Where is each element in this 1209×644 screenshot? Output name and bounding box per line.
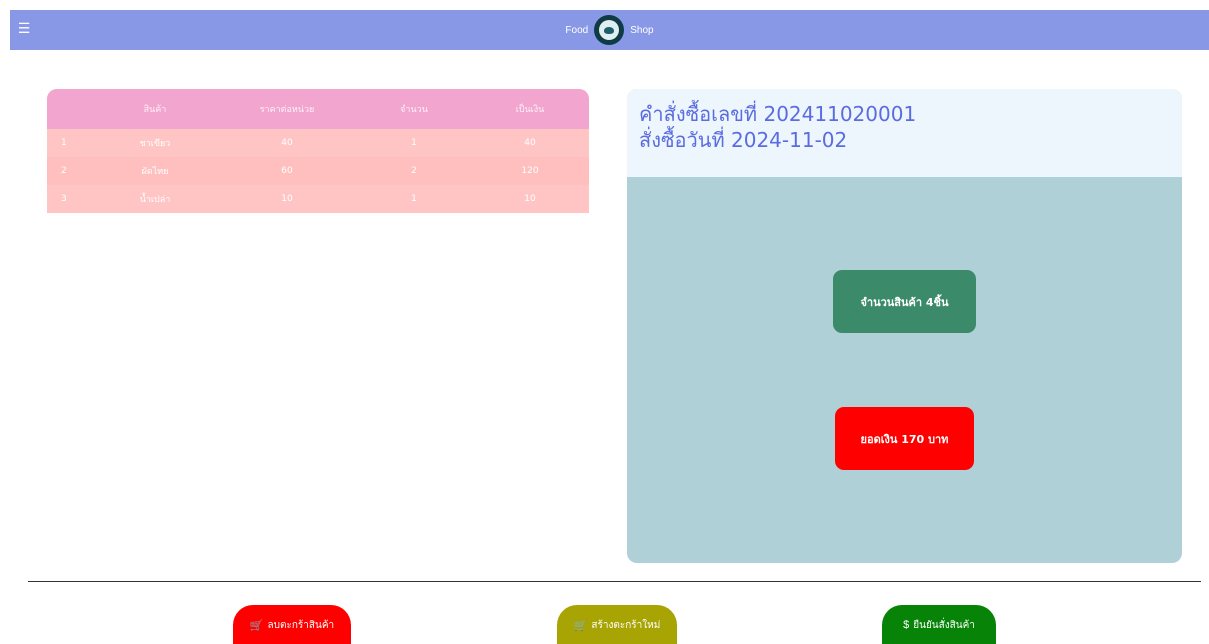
row-unit-price: 40 xyxy=(281,138,293,148)
order-number: คำสั่งซื้อเลขที่ 202411020001 xyxy=(639,102,917,126)
table-row: 2 ผัดไทย 60 2 120 xyxy=(47,157,589,185)
row-amount: 10 xyxy=(524,194,536,204)
header-unit-price: ราคาต่อหน่วย xyxy=(259,105,315,115)
cart-icon: 🛒 xyxy=(573,619,588,632)
cart-items-table: สินค้า ราคาต่อหน่วย จำนวน เป็นเงิน 1 ชาเ… xyxy=(47,89,589,213)
clear-cart-button[interactable]: 🛒 ลบตะกร้าสินค้า xyxy=(233,605,351,644)
row-quantity: 1 xyxy=(411,138,417,148)
table-row: 1 ชาเขียว 40 1 40 xyxy=(47,129,589,157)
row-product: ผัดไทย xyxy=(141,167,169,177)
row-quantity: 1 xyxy=(411,194,417,204)
bowl-logo-icon xyxy=(594,15,625,45)
row-amount: 120 xyxy=(521,166,539,176)
row-index: 1 xyxy=(61,138,67,148)
header-product: สินค้า xyxy=(143,105,167,115)
row-product: ชาเขียว xyxy=(139,139,171,149)
table-row: 3 น้ำเปล่า 10 1 10 xyxy=(47,185,589,213)
row-unit-price: 60 xyxy=(281,166,293,176)
table-header-row: สินค้า ราคาต่อหน่วย จำนวน เป็นเงิน xyxy=(47,89,589,129)
total-amount-badge: ยอดเงิน 170 บาท xyxy=(835,407,974,470)
top-navbar: ☰ Food Shop xyxy=(10,10,1209,50)
header-index xyxy=(47,89,93,129)
cart-table: สินค้า ราคาต่อหน่วย จำนวน เป็นเงิน 1 ชาเ… xyxy=(47,89,589,213)
dollar-icon: $ xyxy=(903,619,910,631)
brand[interactable]: Food Shop xyxy=(565,15,654,45)
row-product: น้ำเปล่า xyxy=(139,195,171,205)
order-date: สั่งซื้อวันที่ 2024-11-02 xyxy=(639,128,848,152)
order-summary-card: คำสั่งซื้อเลขที่ 202411020001 สั่งซื้อวั… xyxy=(627,89,1182,563)
new-cart-label: สร้างตะกร้าใหม่ xyxy=(591,619,661,631)
row-index: 2 xyxy=(61,166,67,176)
header-quantity: จำนวน xyxy=(400,105,428,115)
item-count-badge: จำนวนสินค้า 4ชิ้น xyxy=(833,270,976,333)
confirm-order-label: ยืนยันสั่งสินค้า xyxy=(913,619,975,631)
confirm-order-button[interactable]: $ ยืนยันสั่งสินค้า xyxy=(882,605,996,644)
row-index: 3 xyxy=(61,194,67,204)
header-amount: เป็นเงิน xyxy=(515,105,545,115)
hamburger-icon[interactable]: ☰ xyxy=(16,18,32,40)
row-unit-price: 10 xyxy=(281,194,293,204)
order-summary-header: คำสั่งซื้อเลขที่ 202411020001 สั่งซื้อวั… xyxy=(627,89,1182,177)
clear-cart-label: ลบตะกร้าสินค้า xyxy=(267,619,335,631)
section-divider xyxy=(28,581,1201,582)
row-quantity: 2 xyxy=(411,166,417,176)
brand-text-left: Food xyxy=(565,24,589,36)
cart-icon: 🛒 xyxy=(249,619,264,632)
row-amount: 40 xyxy=(524,138,536,148)
brand-text-right: Shop xyxy=(630,24,654,36)
new-cart-button[interactable]: 🛒 สร้างตะกร้าใหม่ xyxy=(557,605,677,644)
